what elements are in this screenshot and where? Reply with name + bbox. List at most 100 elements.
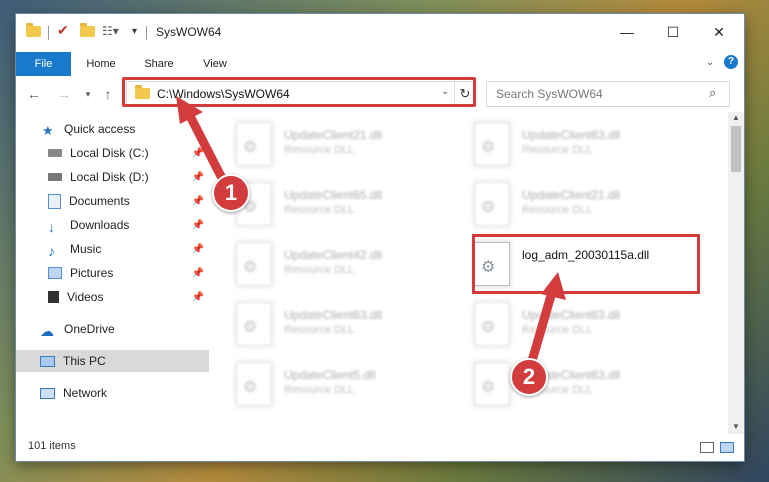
nav-item-this-pc[interactable]: This PC bbox=[16, 350, 209, 372]
file-item[interactable]: UpdateClient65.dll Resource DLL bbox=[236, 182, 466, 234]
file-item[interactable]: UpdateClient63.dll Resource DLL bbox=[474, 362, 704, 414]
file-name: UpdateClient42.dll bbox=[284, 248, 383, 262]
file-item[interactable]: UpdateClient63.dll Resource DLL bbox=[474, 122, 704, 174]
large-icons-view-icon[interactable] bbox=[720, 442, 734, 453]
pin-icon[interactable]: 📌 bbox=[192, 244, 204, 255]
window-title: SysWOW64 bbox=[156, 25, 222, 39]
back-icon[interactable]: ← bbox=[26, 86, 42, 102]
dll-file-icon bbox=[236, 302, 272, 346]
nav-item-videos[interactable]: Videos 📌 bbox=[16, 286, 212, 308]
monitor-icon bbox=[40, 355, 55, 367]
dll-file-icon bbox=[474, 182, 510, 226]
nav-label: Documents bbox=[69, 194, 130, 208]
new-folder-icon[interactable] bbox=[80, 23, 95, 37]
network-icon bbox=[40, 387, 55, 399]
item-count: 101 items bbox=[28, 440, 76, 452]
chevron-down-icon[interactable]: ▾ bbox=[132, 26, 137, 37]
drive-icon bbox=[48, 149, 62, 157]
nav-label: Local Disk (D:) bbox=[70, 170, 149, 184]
vertical-scrollbar[interactable]: ▲ ▼ bbox=[728, 112, 744, 434]
up-arrow-icon[interactable]: ↑ bbox=[100, 86, 116, 102]
customize-icon[interactable]: ☷▾ bbox=[102, 24, 119, 38]
divider bbox=[146, 26, 147, 40]
forward-icon[interactable]: → bbox=[56, 86, 72, 102]
address-bar-row: ← → ▾ ↑ C:\Windows\SysWOW64 ⌄ ↻ Search S… bbox=[16, 76, 744, 112]
nav-label: OneDrive bbox=[64, 322, 115, 336]
help-icon[interactable]: ? bbox=[724, 55, 738, 69]
nav-label: Quick access bbox=[64, 122, 136, 136]
search-icon[interactable]: ⌕ bbox=[709, 85, 716, 101]
dll-file-icon bbox=[474, 122, 510, 166]
file-type: Resource DLL bbox=[284, 144, 355, 156]
nav-item-quick-access[interactable]: ★ Quick access bbox=[16, 118, 212, 140]
pictures-icon bbox=[48, 267, 62, 279]
file-type: Resource DLL bbox=[522, 144, 593, 156]
nav-item-downloads[interactable]: ↓ Downloads 📌 bbox=[16, 214, 212, 236]
address-highlight-box bbox=[122, 77, 476, 107]
nav-item-network[interactable]: Network bbox=[16, 382, 212, 404]
dll-file-icon bbox=[236, 242, 272, 286]
search-input[interactable]: Search SysWOW64 ⌕ bbox=[486, 81, 730, 107]
file-type: Resource DLL bbox=[284, 384, 355, 396]
file-type: Resource DLL bbox=[284, 264, 355, 276]
tab-share[interactable]: Share bbox=[134, 52, 184, 76]
step-1-marker: 1 bbox=[212, 174, 250, 212]
file-item[interactable]: UpdateClient21.dll Resource DLL bbox=[236, 122, 466, 174]
maximize-button[interactable]: ☐ bbox=[650, 14, 696, 50]
cloud-icon: ☁ bbox=[40, 323, 54, 339]
nav-label: Downloads bbox=[70, 218, 130, 232]
music-note-icon: ♪ bbox=[48, 243, 55, 259]
close-button[interactable]: ✕ bbox=[696, 14, 742, 50]
ribbon-tabs: File Home Share View ⌄ ? bbox=[16, 52, 744, 104]
file-item[interactable]: UpdateClient21.dll Resource DLL bbox=[474, 182, 704, 234]
film-icon bbox=[48, 291, 59, 303]
file-name: UpdateClient63.dll bbox=[284, 308, 383, 322]
file-item[interactable]: UpdateClient42.dll Resource DLL bbox=[236, 242, 466, 294]
nav-label: Network bbox=[63, 386, 108, 400]
nav-item-local-disk-c[interactable]: Local Disk (C:) 📌 bbox=[16, 142, 212, 164]
pin-icon[interactable]: 📌 bbox=[192, 148, 204, 159]
minimize-button[interactable]: — bbox=[604, 14, 650, 50]
pin-icon[interactable]: 📌 bbox=[192, 268, 204, 279]
divider bbox=[48, 26, 49, 40]
tab-home[interactable]: Home bbox=[76, 52, 126, 76]
nav-item-local-disk-d[interactable]: Local Disk (D:) 📌 bbox=[16, 166, 212, 188]
file-name: UpdateClient21.dll bbox=[522, 188, 621, 202]
pin-icon[interactable]: 📌 bbox=[192, 292, 204, 303]
nav-label: This PC bbox=[63, 354, 106, 368]
scroll-thumb[interactable] bbox=[731, 126, 741, 172]
drive-icon bbox=[48, 173, 62, 181]
file-name: UpdateClient65.dll bbox=[284, 188, 383, 202]
file-explorer-window: ✔ ☷▾ ▾ SysWOW64 — ☐ ✕ File Home Share Vi… bbox=[16, 14, 744, 461]
file-item[interactable]: UpdateClient5.dll Resource DLL bbox=[236, 362, 466, 414]
scroll-down-icon[interactable]: ▼ bbox=[732, 422, 740, 431]
file-name: UpdateClient5.dll bbox=[284, 368, 376, 382]
recent-chevron-icon[interactable]: ▾ bbox=[80, 86, 96, 102]
nav-item-onedrive[interactable]: ☁ OneDrive bbox=[16, 318, 212, 340]
search-placeholder: Search SysWOW64 bbox=[496, 87, 603, 101]
nav-item-pictures[interactable]: Pictures 📌 bbox=[16, 262, 212, 284]
file-item[interactable]: UpdateClient63.dll Resource DLL bbox=[474, 302, 704, 354]
pin-icon[interactable]: 📌 bbox=[192, 220, 204, 231]
navigation-pane: ★ Quick access Local Disk (C:) 📌 Local D… bbox=[16, 112, 212, 434]
file-type: Resource DLL bbox=[522, 324, 593, 336]
file-item[interactable]: UpdateClient63.dll Resource DLL bbox=[236, 302, 466, 354]
dll-file-icon bbox=[474, 362, 510, 406]
folder-icon bbox=[26, 23, 41, 37]
scroll-up-icon[interactable]: ▲ bbox=[732, 113, 740, 122]
pin-icon[interactable]: 📌 bbox=[192, 172, 204, 183]
pin-icon[interactable]: 📌 bbox=[192, 196, 204, 207]
nav-item-music[interactable]: ♪ Music 📌 bbox=[16, 238, 212, 260]
step-2-marker: 2 bbox=[510, 358, 548, 396]
nav-label: Music bbox=[70, 242, 102, 256]
nav-label: Videos bbox=[67, 290, 104, 304]
file-name: UpdateClient63.dll bbox=[522, 128, 621, 142]
nav-item-documents[interactable]: Documents 📌 bbox=[16, 190, 212, 212]
details-view-icon[interactable] bbox=[700, 442, 714, 453]
chevron-down-icon[interactable]: ⌄ bbox=[706, 57, 714, 68]
tab-view[interactable]: View bbox=[192, 52, 238, 76]
dll-file-icon bbox=[236, 362, 272, 406]
file-name: UpdateClient21.dll bbox=[284, 128, 383, 142]
nav-label: Pictures bbox=[70, 266, 114, 280]
properties-icon[interactable]: ✔ bbox=[57, 22, 69, 39]
